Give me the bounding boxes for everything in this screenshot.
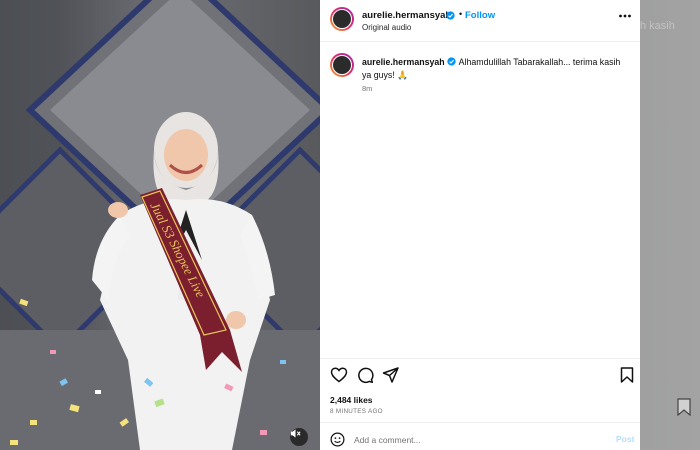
caption-avatar[interactable] bbox=[330, 53, 354, 77]
bookmark-icon[interactable] bbox=[618, 366, 636, 384]
header-divider bbox=[320, 41, 640, 42]
post-comment-button[interactable]: Post bbox=[616, 434, 634, 444]
likes-count[interactable]: 2,484 likes bbox=[330, 395, 373, 405]
avatar[interactable] bbox=[330, 7, 354, 31]
header-username[interactable]: aurelie.hermansyah bbox=[362, 10, 451, 21]
mute-button[interactable] bbox=[290, 428, 308, 446]
emoji-icon[interactable] bbox=[330, 432, 345, 447]
video-frame: Jual S3 Shopee Live bbox=[0, 0, 320, 450]
caption-timestamp[interactable]: 8m bbox=[362, 84, 372, 93]
follow-button[interactable]: Follow bbox=[465, 10, 495, 21]
post-details-panel: aurelie.hermansyah • Follow Original aud… bbox=[320, 0, 640, 450]
separator-dot: • bbox=[459, 9, 463, 19]
caption-username[interactable]: aurelie.hermansyah bbox=[362, 57, 445, 67]
heart-icon[interactable] bbox=[330, 366, 348, 384]
post-caption: aurelie.hermansyah Alhamdulillah Tabaraka… bbox=[362, 56, 632, 82]
post-video[interactable]: Jual S3 Shopee Live bbox=[0, 0, 320, 450]
more-options-icon[interactable] bbox=[618, 12, 632, 20]
comment-divider bbox=[320, 422, 640, 423]
post-actions bbox=[320, 366, 640, 386]
post-timestamp[interactable]: 8 MINUTES AGO bbox=[330, 408, 383, 415]
verified-badge-icon bbox=[446, 11, 455, 20]
caption-verified-badge-icon bbox=[447, 57, 456, 66]
actions-divider bbox=[320, 358, 640, 359]
background-caption-fragment: h kasih bbox=[640, 20, 675, 32]
post-header: aurelie.hermansyah • Follow Original aud… bbox=[320, 0, 640, 36]
comment-icon[interactable] bbox=[356, 366, 374, 384]
background-bookmark-icon bbox=[677, 398, 691, 416]
share-icon[interactable] bbox=[382, 366, 400, 384]
mute-icon bbox=[290, 429, 301, 438]
comment-input[interactable] bbox=[354, 432, 594, 448]
audio-label[interactable]: Original audio bbox=[362, 23, 411, 32]
comment-bar: Post bbox=[320, 428, 640, 450]
